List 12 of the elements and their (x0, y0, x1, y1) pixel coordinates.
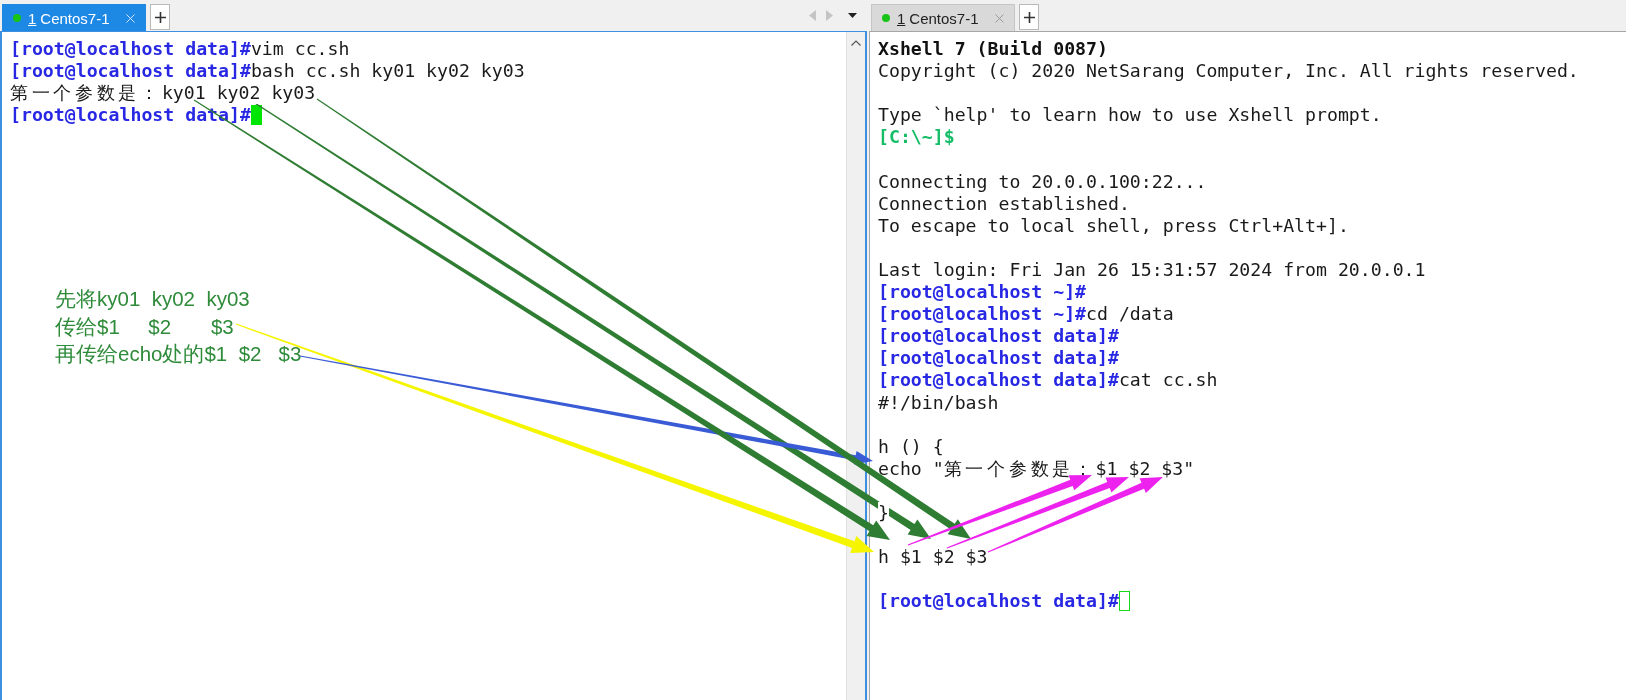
new-tab-button[interactable] (150, 4, 170, 30)
annotation-text: 先将ky01 ky02 ky03 (55, 286, 250, 312)
new-tab-button[interactable] (1019, 4, 1039, 30)
scrollbar[interactable] (846, 32, 865, 700)
caret-down-icon[interactable] (848, 13, 857, 18)
annotation-text: 传给$1 $2 $3 (55, 313, 234, 340)
chevron-up-icon[interactable] (851, 40, 861, 46)
plus-icon (1023, 11, 1035, 23)
session-tab[interactable]: 1 Centos7-1 (871, 4, 1015, 31)
annotation-text: 再传给echo处的$1 $2 $3 (55, 341, 302, 367)
session-tab[interactable]: 1 Centos7-1 (2, 4, 146, 31)
plus-icon (154, 11, 166, 23)
